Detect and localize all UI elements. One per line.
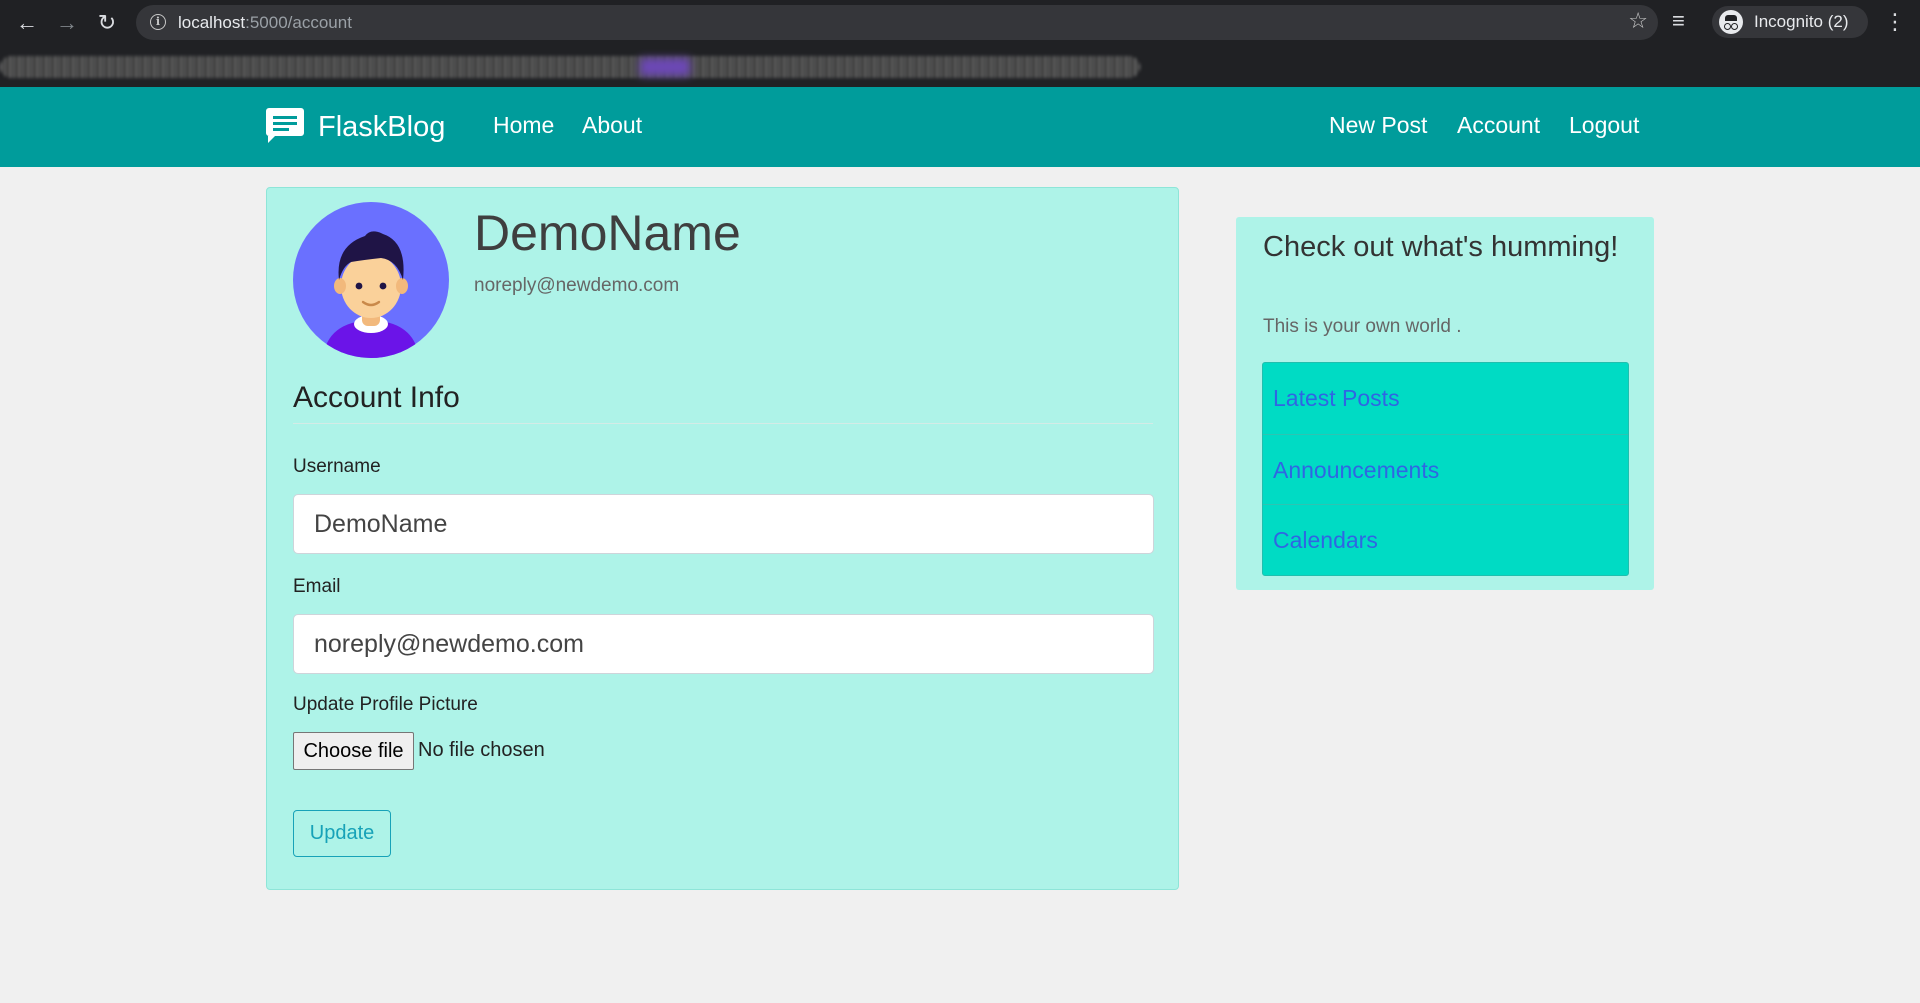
bookmarks-bar — [0, 46, 1920, 87]
profile-email: noreply@newdemo.com — [474, 275, 680, 296]
account-card: DemoName noreply@newdemo.com Account Inf… — [266, 187, 1179, 890]
update-button[interactable]: Update — [293, 810, 391, 857]
back-icon[interactable]: ← — [14, 10, 40, 36]
file-status-text: No file chosen — [418, 739, 545, 761]
email-label: Email — [293, 576, 341, 597]
legend-divider — [293, 423, 1153, 424]
nav-link-about[interactable]: About — [582, 112, 642, 139]
username-label: Username — [293, 456, 381, 477]
browser-toolbar: ← → ↻ i localhost:5000/account ☆ ≡ Incog… — [0, 0, 1920, 46]
sidebar-item-announcements[interactable]: Announcements — [1263, 434, 1628, 505]
brand-name[interactable]: FlaskBlog — [318, 111, 445, 144]
incognito-icon — [1719, 10, 1743, 34]
reading-list-icon[interactable]: ≡ — [1672, 8, 1685, 34]
nav-link-logout[interactable]: Logout — [1569, 112, 1639, 139]
site-navbar: FlaskBlog Home About New Post Account Lo… — [0, 87, 1920, 167]
incognito-profile-button[interactable]: Incognito (2) — [1712, 6, 1868, 38]
forward-icon[interactable]: → — [54, 10, 80, 36]
address-bar[interactable]: i localhost:5000/account ☆ — [136, 5, 1658, 40]
menu-kebab-icon[interactable]: ⋮ — [1884, 9, 1906, 35]
form-legend: Account Info — [293, 381, 460, 414]
email-input[interactable] — [293, 614, 1154, 674]
url-text: localhost:5000/account — [178, 13, 352, 32]
chat-bubble-icon — [266, 108, 304, 143]
blurred-bookmarks — [0, 56, 1140, 78]
profile-avatar — [293, 202, 449, 358]
site-info-icon[interactable]: i — [150, 14, 166, 30]
nav-link-account[interactable]: Account — [1457, 112, 1540, 139]
sidebar-item-calendars[interactable]: Calendars — [1263, 504, 1628, 575]
sidebar-item-latest-posts[interactable]: Latest Posts — [1263, 363, 1628, 434]
reload-icon[interactable]: ↻ — [94, 10, 120, 36]
username-input[interactable] — [293, 494, 1154, 554]
sidebar-list: Latest Posts Announcements Calendars — [1262, 362, 1629, 576]
choose-file-button[interactable]: Choose file — [293, 732, 414, 770]
picture-label: Update Profile Picture — [293, 694, 478, 715]
sidebar-subtitle: This is your own world . — [1263, 316, 1462, 337]
profile-name: DemoName — [474, 205, 741, 261]
nav-link-home[interactable]: Home — [493, 112, 554, 139]
sidebar-title: Check out what's humming! — [1263, 231, 1619, 263]
sidebar-card: Check out what's humming! This is your o… — [1236, 217, 1654, 590]
bookmark-star-icon[interactable]: ☆ — [1628, 8, 1648, 34]
nav-link-new-post[interactable]: New Post — [1329, 112, 1427, 139]
